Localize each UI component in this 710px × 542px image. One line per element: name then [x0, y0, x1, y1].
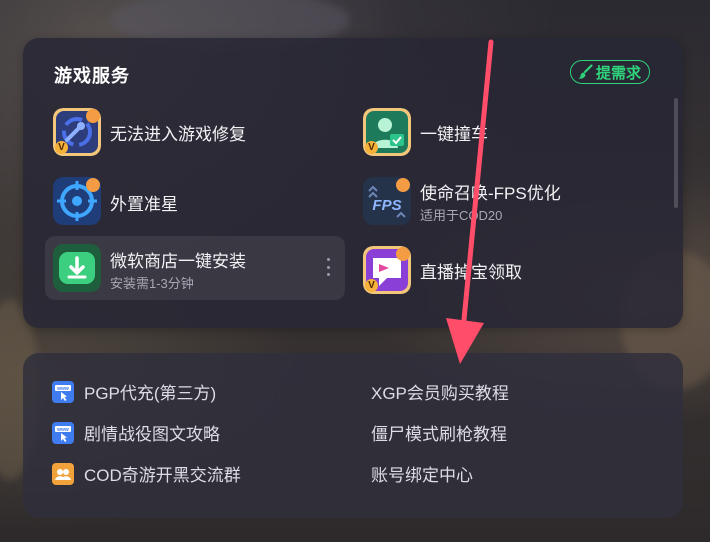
- request-feature-button[interactable]: 提需求: [569, 60, 650, 84]
- quick-links-panel: www PGP代充(第三方) XGP会员购买教程 www 剧情战役图文攻略 僵尸…: [23, 353, 683, 518]
- live-drop-icon: V: [363, 246, 411, 294]
- crosshair-icon: [53, 177, 101, 225]
- link-pgp-recharge[interactable]: www PGP代充(第三方): [52, 379, 216, 404]
- link-label: 僵尸模式刷枪教程: [371, 425, 507, 444]
- svg-text:www: www: [56, 427, 69, 433]
- fps-icon: FPS: [363, 177, 411, 225]
- www-icon: www: [52, 421, 74, 444]
- game-services-panel: 游戏服务 提需求 V 无法进入游戏修复 V 一键撞车 外置准星 FPS 使命召唤…: [23, 38, 683, 328]
- service-item-one-click-match[interactable]: V 一键撞车: [355, 100, 655, 164]
- link-zombie-tutorial[interactable]: 僵尸模式刷枪教程: [371, 420, 507, 445]
- service-item-ms-store-install[interactable]: 微软商店一键安装 安装需1-3分钟: [45, 236, 345, 300]
- service-label: 无法进入游戏修复: [110, 125, 246, 144]
- link-label: PGP代充(第三方): [84, 384, 217, 403]
- service-item-fps-optimize[interactable]: FPS 使命召唤-FPS优化 适用于COD20: [355, 169, 655, 233]
- link-label: XGP会员购买教程: [371, 384, 509, 403]
- service-label: 一键撞车: [420, 125, 488, 144]
- service-sub-label: 安装需1-3分钟: [110, 276, 194, 291]
- service-label: 直播掉宝领取: [420, 263, 522, 282]
- service-item-live-drops[interactable]: V 直播掉宝领取: [355, 238, 655, 302]
- link-account-binding[interactable]: 账号绑定中心: [371, 461, 473, 486]
- svg-text:www: www: [56, 386, 69, 392]
- scrollbar[interactable]: [674, 98, 678, 208]
- service-label: 微软商店一键安装: [110, 252, 246, 271]
- svg-text:FPS: FPS: [372, 197, 401, 214]
- service-label: 使命召唤-FPS优化: [420, 184, 561, 203]
- link-label: COD奇游开黑交流群: [84, 466, 241, 485]
- brush-icon: [577, 64, 593, 80]
- service-item-game-repair[interactable]: V 无法进入游戏修复: [45, 100, 345, 164]
- link-xgp-tutorial[interactable]: XGP会员购买教程: [371, 379, 509, 404]
- panel-title: 游戏服务: [54, 66, 130, 86]
- download-store-icon: [53, 244, 101, 292]
- service-item-crosshair[interactable]: 外置准星: [45, 169, 345, 233]
- link-label: 剧情战役图文攻略: [84, 425, 220, 444]
- link-label: 账号绑定中心: [371, 466, 473, 485]
- link-cod-group[interactable]: COD奇游开黑交流群: [52, 461, 241, 486]
- wrench-repair-icon: V: [53, 108, 101, 156]
- more-options-icon[interactable]: [327, 258, 331, 276]
- service-label: 外置准星: [110, 195, 178, 214]
- group-icon: [52, 462, 74, 485]
- service-sub-label: 适用于COD20: [420, 208, 503, 223]
- request-feature-label: 提需求: [595, 64, 641, 82]
- user-match-icon: V: [363, 108, 411, 156]
- link-campaign-guide[interactable]: www 剧情战役图文攻略: [52, 420, 220, 445]
- www-icon: www: [52, 380, 74, 403]
